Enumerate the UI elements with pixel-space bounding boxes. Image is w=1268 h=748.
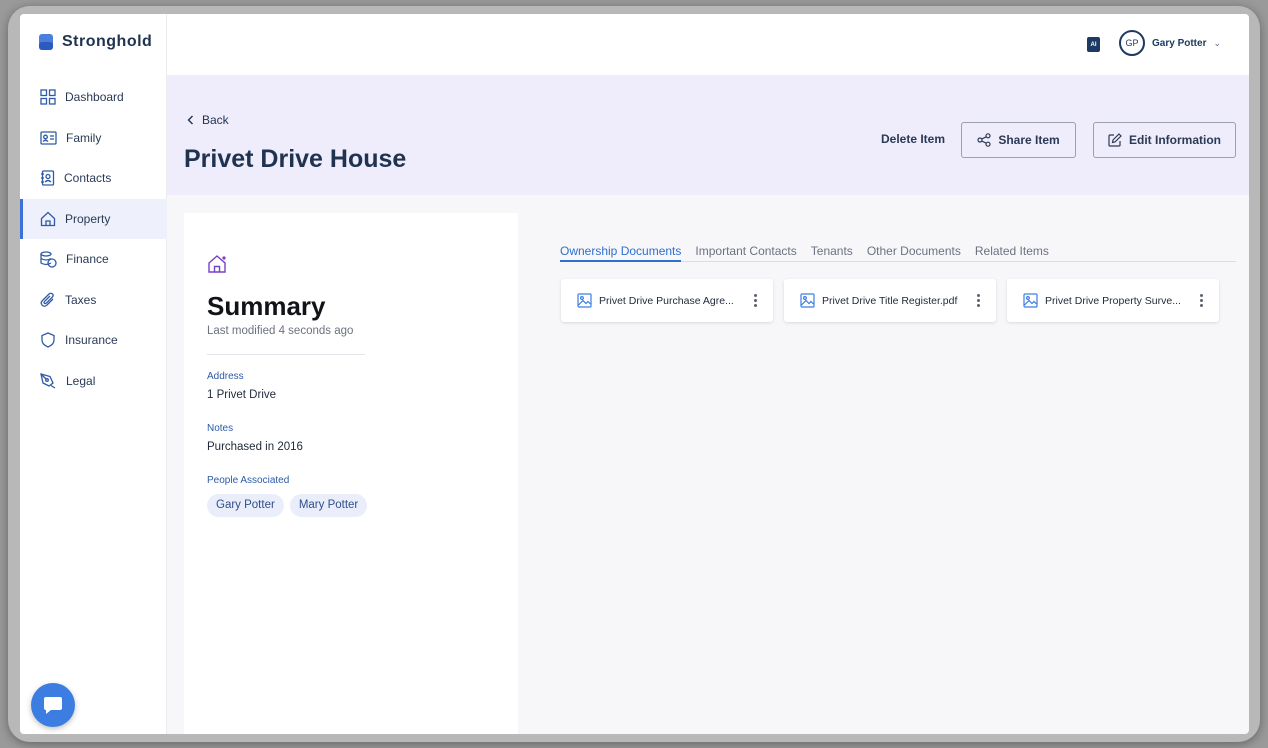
address-label: Address	[207, 371, 244, 382]
stronghold-logo-icon	[39, 34, 53, 50]
shield-icon	[41, 332, 55, 348]
edit-information-label: Edit Information	[1129, 133, 1221, 147]
delete-item-button[interactable]: Delete Item	[881, 132, 945, 146]
sidebar-item-finance[interactable]: Finance	[20, 239, 167, 280]
person-chip[interactable]: Mary Potter	[289, 494, 368, 517]
divider	[207, 354, 365, 355]
address-book-icon	[41, 170, 55, 186]
share-item-button[interactable]: Share Item	[961, 122, 1076, 158]
edit-information-button[interactable]: Edit Information	[1093, 122, 1236, 158]
sidebar-nav: Dashboard Family Contacts Property Finan…	[20, 77, 167, 401]
summary-title: Summary	[207, 291, 326, 321]
tab-related-items[interactable]: Related Items	[975, 244, 1049, 262]
sidebar-item-contacts[interactable]: Contacts	[20, 158, 167, 199]
tab-important-contacts[interactable]: Important Contacts	[695, 244, 796, 262]
sidebar-item-family[interactable]: Family	[20, 118, 167, 159]
image-file-icon	[800, 293, 815, 308]
sidebar-item-label: Contacts	[64, 171, 112, 186]
sidebar-item-property[interactable]: Property	[20, 198, 167, 239]
image-file-icon	[1023, 293, 1038, 308]
chevron-down-icon: ⌄	[1213, 37, 1222, 48]
document-name: Privet Drive Purchase Agre...	[599, 294, 734, 307]
sidebar-item-insurance[interactable]: Insurance	[20, 320, 167, 361]
share-item-label: Share Item	[998, 133, 1060, 147]
document-card[interactable]: Privet Drive Property Surve...	[1007, 279, 1219, 322]
people-associated-label: People Associated	[207, 475, 290, 486]
edit-icon	[1108, 133, 1122, 147]
user-menu[interactable]: GP Gary Potter ⌄	[1119, 30, 1221, 56]
top-bar: AI GP Gary Potter ⌄	[167, 14, 1249, 75]
house-icon	[40, 211, 56, 226]
sidebar-item-label: Insurance	[65, 333, 118, 348]
user-name: Gary Potter	[1152, 37, 1207, 49]
last-modified: Last modified 4 seconds ago	[207, 325, 354, 337]
summary-card: Summary Last modified 4 seconds ago Addr…	[184, 213, 518, 734]
more-options-icon[interactable]	[973, 292, 984, 309]
brand-name: Stronghold	[62, 33, 153, 50]
pen-nib-icon	[40, 372, 56, 389]
page-title: Privet Drive House	[184, 145, 407, 173]
chevron-left-icon	[187, 115, 193, 125]
more-options-icon[interactable]	[1196, 292, 1207, 309]
address-value: 1 Privet Drive	[207, 389, 277, 401]
coins-icon	[40, 251, 57, 268]
back-label: Back	[202, 113, 229, 127]
back-button[interactable]: Back	[187, 113, 229, 127]
house-icon	[208, 255, 226, 273]
sidebar-item-label: Family	[66, 130, 102, 145]
sidebar: Stronghold Dashboard Family Contacts Pro…	[20, 14, 167, 734]
share-icon	[977, 133, 991, 147]
id-card-icon	[40, 131, 57, 145]
notes-value: Purchased in 2016	[207, 441, 303, 453]
tab-tenants[interactable]: Tenants	[811, 244, 853, 262]
sidebar-item-label: Taxes	[65, 292, 97, 307]
tab-ownership-documents[interactable]: Ownership Documents	[560, 244, 682, 262]
app-window: Stronghold Dashboard Family Contacts Pro…	[20, 14, 1249, 734]
sidebar-item-label: Property	[65, 211, 111, 226]
sidebar-item-dashboard[interactable]: Dashboard	[20, 77, 167, 118]
notes-label: Notes	[207, 423, 234, 434]
more-options-icon[interactable]	[750, 292, 761, 309]
document-tabs: Ownership Documents Important Contacts T…	[560, 244, 1236, 262]
sidebar-item-label: Legal	[66, 373, 96, 388]
document-card[interactable]: Privet Drive Purchase Agre...	[561, 279, 773, 322]
people-chips: Gary Potter Mary Potter	[207, 494, 368, 517]
chat-button[interactable]	[31, 683, 75, 727]
brand[interactable]: Stronghold	[38, 30, 152, 54]
document-name: Privet Drive Title Register.pdf	[822, 294, 958, 307]
image-file-icon	[577, 293, 592, 308]
tab-other-documents[interactable]: Other Documents	[867, 244, 961, 262]
grid-icon	[40, 89, 56, 105]
sidebar-item-label: Dashboard	[65, 90, 124, 105]
avatar: GP	[1119, 30, 1145, 56]
page-header: Back Privet Drive House Delete Item Shar…	[167, 75, 1249, 195]
document-card[interactable]: Privet Drive Title Register.pdf	[784, 279, 996, 322]
sidebar-item-taxes[interactable]: Taxes	[20, 280, 167, 321]
chat-icon	[44, 697, 62, 714]
document-name: Privet Drive Property Surve...	[1045, 294, 1181, 307]
paperclip-icon	[40, 292, 54, 307]
person-chip[interactable]: Gary Potter	[207, 494, 284, 517]
ai-assistant-icon[interactable]: AI	[1087, 37, 1100, 52]
sidebar-item-label: Finance	[66, 252, 109, 267]
sidebar-item-legal[interactable]: Legal	[20, 361, 167, 402]
